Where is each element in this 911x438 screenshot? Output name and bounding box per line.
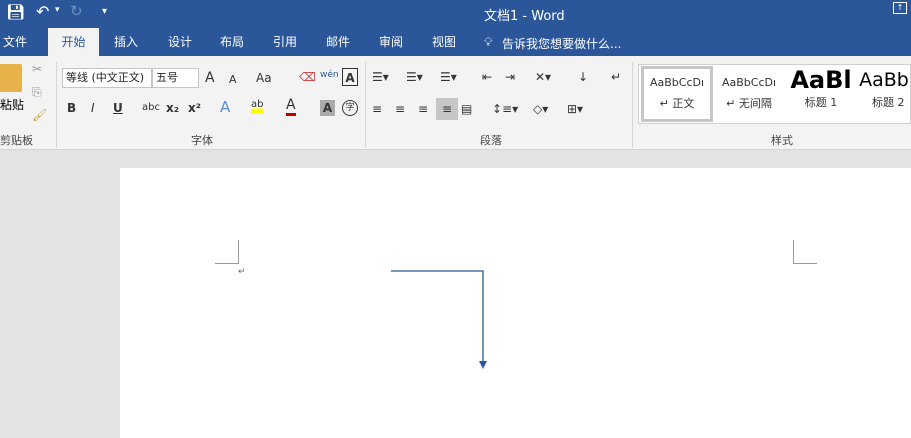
font-color-button[interactable]: A: [286, 98, 296, 116]
style-label: ↵ 无间隔: [726, 97, 772, 110]
highlight-button[interactable]: ab: [251, 96, 264, 114]
shading-icon[interactable]: ◇▾: [533, 100, 548, 118]
show-marks-icon[interactable]: ↵: [611, 68, 621, 86]
style-preview: AaBbCcDı: [721, 76, 777, 89]
tab-design[interactable]: 设计: [162, 28, 198, 56]
enclose-characters-button[interactable]: 字: [342, 100, 358, 116]
arrow-annotation: [391, 270, 487, 369]
phonetic-guide-button[interactable]: wén: [320, 66, 339, 84]
tell-me-box[interactable]: 告诉我您想要做什么...: [502, 35, 621, 52]
ribbon: 粘贴 ✂ ⎘ 🖌︎ 剪贴板 等线 (中文正文) 五号 A A Aa ⌫ wén …: [0, 56, 911, 150]
tab-references[interactable]: 引用: [267, 28, 303, 56]
increase-indent-icon[interactable]: ⇥: [505, 68, 515, 86]
style-heading-2[interactable]: AaBb 标题 2: [857, 66, 911, 122]
sort-icon[interactable]: ↓: [578, 68, 588, 86]
line-spacing-icon[interactable]: ↕≡▾: [492, 100, 518, 118]
align-center-icon[interactable]: ≡: [395, 100, 405, 118]
decrease-indent-icon[interactable]: ⇤: [482, 68, 492, 86]
style-preview: AaBb: [859, 69, 909, 91]
title-bar: 💾︎ ↶ ▾ ↻ ▾ 文档1 - Word ↑: [0, 0, 911, 28]
group-label-font: 字体: [191, 134, 213, 147]
strikethrough-button[interactable]: abc: [142, 99, 160, 117]
group-label-clipboard: 剪贴板: [0, 134, 33, 147]
group-label-styles: 样式: [771, 134, 793, 147]
style-heading-1[interactable]: AaBl 标题 1: [785, 66, 857, 122]
shrink-font-button[interactable]: A: [229, 71, 237, 89]
align-left-icon[interactable]: ≡: [372, 100, 382, 118]
ribbon-display-icon[interactable]: ↑: [893, 2, 907, 14]
subscript-button[interactable]: x₂: [166, 99, 179, 117]
text-effects-button[interactable]: A: [220, 98, 230, 116]
tab-home[interactable]: 开始: [48, 28, 99, 56]
style-preview: AaBl: [790, 66, 852, 94]
justify-icon[interactable]: ≡: [436, 98, 458, 120]
distributed-icon[interactable]: ▤: [461, 100, 472, 118]
style-label: 标题 1: [804, 96, 838, 109]
align-right-icon[interactable]: ≡: [418, 100, 428, 118]
window-title: 文档1 - Word: [484, 9, 565, 24]
cut-icon[interactable]: ✂: [32, 60, 42, 78]
character-shading-button[interactable]: A: [320, 100, 335, 116]
chinese-layout-icon[interactable]: ✕▾: [535, 68, 551, 86]
change-case-button[interactable]: Aa: [256, 69, 272, 87]
document-page[interactable]: ↵: [120, 168, 911, 438]
tab-insert[interactable]: 插入: [108, 28, 144, 56]
group-label-paragraph: 段落: [480, 134, 502, 147]
redo-icon[interactable]: ↻: [70, 2, 83, 20]
underline-button[interactable]: U: [113, 99, 123, 117]
tab-layout[interactable]: 布局: [214, 28, 250, 56]
paste-icon[interactable]: [0, 64, 22, 92]
borders-icon[interactable]: ⊞▾: [567, 100, 583, 118]
customize-toolbar-button[interactable]: ▾: [102, 6, 107, 17]
undo-dropdown[interactable]: ▾: [55, 5, 60, 15]
divider: [365, 62, 366, 148]
style-no-spacing[interactable]: AaBbCcDı ↵ 无间隔: [713, 66, 785, 122]
tab-view[interactable]: 视图: [426, 28, 462, 56]
lightbulb-icon: 💡︎: [484, 35, 493, 49]
paste-button[interactable]: 粘贴: [0, 96, 24, 113]
font-size-select[interactable]: 五号: [152, 68, 199, 88]
tab-review[interactable]: 审阅: [373, 28, 409, 56]
divider: [632, 62, 633, 148]
style-label: 标题 2: [872, 96, 905, 109]
superscript-button[interactable]: x²: [188, 99, 201, 117]
tab-mailings[interactable]: 邮件: [320, 28, 356, 56]
grow-font-button[interactable]: A: [205, 69, 215, 87]
multilevel-list-icon[interactable]: ☰▾: [440, 68, 457, 86]
copy-icon[interactable]: ⎘: [32, 83, 42, 101]
italic-button[interactable]: I: [91, 99, 95, 117]
font-name-select[interactable]: 等线 (中文正文): [62, 68, 152, 88]
style-preview: AaBbCcDı: [649, 76, 705, 89]
divider: [56, 62, 57, 148]
character-border-button[interactable]: A: [342, 68, 358, 86]
style-normal[interactable]: AaBbCcDı ↵ 正文: [641, 66, 713, 122]
style-label: ↵ 正文: [659, 97, 695, 110]
paragraph-mark: ↵: [238, 267, 246, 277]
margin-corner-mark: [793, 240, 817, 264]
bullets-icon[interactable]: ☰▾: [372, 68, 389, 86]
ribbon-tabs: 文件 开始 插入 设计 布局 引用 邮件 审阅 视图 💡︎ 告诉我您想要做什么.…: [0, 28, 911, 56]
tab-file[interactable]: 文件: [0, 28, 30, 56]
undo-icon[interactable]: ↶: [36, 2, 49, 21]
margin-corner-mark: [215, 240, 239, 264]
format-painter-icon[interactable]: 🖌︎: [32, 106, 47, 124]
clear-formatting-icon[interactable]: ⌫: [299, 68, 316, 86]
save-icon[interactable]: 💾︎: [6, 3, 25, 21]
bold-button[interactable]: B: [67, 99, 76, 117]
numbering-icon[interactable]: ☰▾: [406, 68, 423, 86]
